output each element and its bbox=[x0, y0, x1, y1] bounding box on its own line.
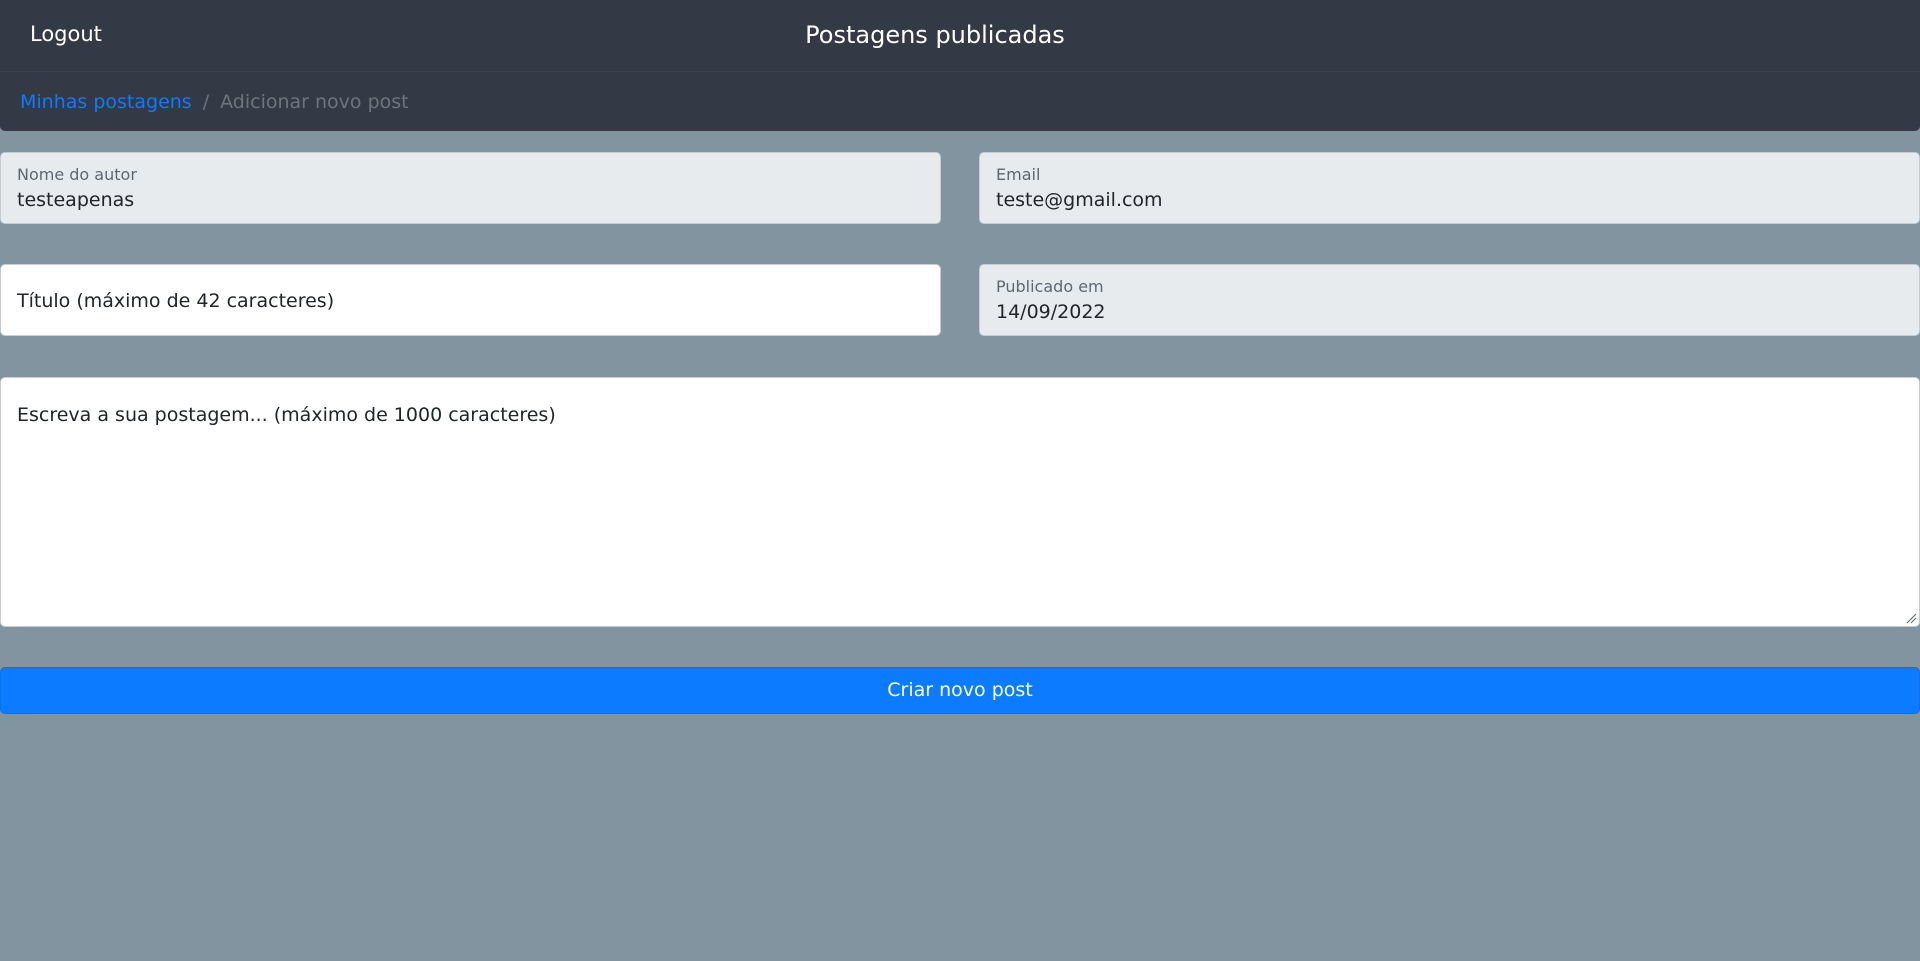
top-navbar: Logout Postagens publicadas bbox=[0, 0, 1920, 71]
title-input-placeholder: Título (máximo de 42 caracteres) bbox=[17, 290, 335, 312]
breadcrumb-bar: Minhas postagens / Adicionar novo post bbox=[0, 71, 1920, 131]
title-input[interactable]: Título (máximo de 42 caracteres) bbox=[0, 264, 941, 336]
breadcrumb-my-posts-link[interactable]: Minhas postagens bbox=[20, 91, 192, 113]
resize-grip-icon[interactable] bbox=[1906, 613, 1917, 624]
create-post-button[interactable]: Criar novo post bbox=[0, 667, 1920, 714]
author-name-value: testeapenas bbox=[17, 189, 135, 211]
page-title: Postagens publicadas bbox=[805, 21, 1065, 49]
email-field[interactable]: Email teste@gmail.com bbox=[979, 152, 1920, 224]
author-name-label: Nome do autor bbox=[17, 165, 137, 184]
published-date-value: 14/09/2022 bbox=[996, 301, 1106, 323]
post-body-placeholder: Escreva a sua postagem... (máximo de 100… bbox=[17, 404, 556, 426]
email-label: Email bbox=[996, 165, 1041, 184]
published-date-field[interactable]: Publicado em 14/09/2022 bbox=[979, 264, 1920, 336]
breadcrumb: Minhas postagens / Adicionar novo post bbox=[20, 91, 409, 113]
breadcrumb-current: Adicionar novo post bbox=[220, 91, 409, 113]
breadcrumb-separator: / bbox=[202, 91, 210, 113]
author-name-field[interactable]: Nome do autor testeapenas bbox=[0, 152, 941, 224]
post-body-textarea[interactable]: Escreva a sua postagem... (máximo de 100… bbox=[0, 377, 1920, 627]
published-date-label: Publicado em bbox=[996, 277, 1104, 296]
email-value: teste@gmail.com bbox=[996, 189, 1163, 211]
